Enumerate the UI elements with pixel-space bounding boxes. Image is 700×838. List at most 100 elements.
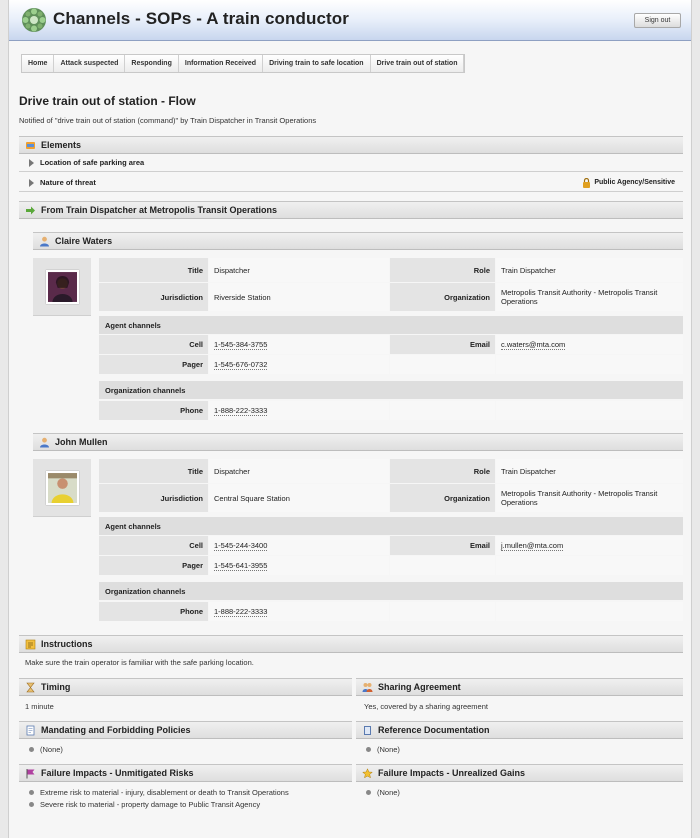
role-label: Role (390, 459, 495, 483)
gains-header: Failure Impacts - Unrealized Gains (356, 764, 683, 782)
phone-link[interactable]: 1-888-222-3333 (214, 607, 268, 617)
timing-header: Timing (19, 678, 352, 696)
phone-label: Phone (99, 401, 208, 420)
empty-cell (390, 556, 495, 575)
lock-icon (583, 177, 591, 188)
contact-details-john: Title Dispatcher Role Train Dispatcher J… (99, 459, 683, 621)
contact-name: Claire Waters (55, 236, 113, 246)
sharing-text: Yes, covered by a sharing agreement (364, 702, 488, 711)
list-item: (None) (29, 745, 63, 754)
element-row-threat[interactable]: Nature of threat Public Agency/Sensitive (19, 174, 683, 192)
org-channels-heading: Organization channels (99, 582, 683, 600)
list-item: (None) (366, 788, 400, 797)
organization-label: Organization (390, 484, 495, 512)
element-row-location[interactable]: Location of safe parking area (19, 154, 683, 172)
instructions-title: Instructions (41, 639, 93, 649)
sensitivity-badge: Public Agency/Sensitive (582, 177, 675, 188)
contact-photo-box (33, 258, 91, 316)
email-label: Email (390, 536, 495, 555)
risks-header: Failure Impacts - Unmitigated Risks (19, 764, 352, 782)
empty-cell (496, 602, 683, 621)
bullet-icon (29, 747, 34, 752)
list-item-text: (None) (377, 745, 400, 754)
cell-phone-link[interactable]: 1-545-244-3400 (214, 541, 268, 551)
role-value: Train Dispatcher (496, 459, 683, 483)
app-logo-icon (22, 8, 46, 32)
sharing-title: Sharing Agreement (378, 682, 461, 692)
avatar (45, 269, 79, 304)
pager-label: Pager (99, 355, 208, 374)
contact-name: John Mullen (55, 437, 108, 447)
email-value: c.waters@mta.com (496, 335, 683, 354)
page-subtitle: Notified of "drive train out of station … (19, 116, 317, 125)
breadcrumb-attack-suspected[interactable]: Attack suspected (54, 55, 126, 72)
list-item: Extreme risk to material - injury, disab… (29, 788, 289, 797)
contact-details-claire: Title Dispatcher Role Train Dispatcher J… (99, 258, 683, 420)
element-label: Location of safe parking area (40, 158, 145, 167)
empty-cell (496, 401, 683, 420)
phone-value: 1-888-222-3333 (209, 602, 389, 621)
bullet-icon (29, 802, 34, 807)
pager-link[interactable]: 1-545-676-0732 (214, 360, 268, 370)
pager-value: 1-545-676-0732 (209, 355, 389, 374)
agent-channels-heading: Agent channels (99, 316, 683, 334)
contact-header-claire: Claire Waters (33, 232, 683, 250)
phone-value: 1-888-222-3333 (209, 401, 389, 420)
user-icon (39, 437, 50, 448)
cell-value: 1-545-244-3400 (209, 536, 389, 555)
organization-label: Organization (390, 283, 495, 311)
from-title: From Train Dispatcher at Metropolis Tran… (41, 205, 278, 215)
jurisdiction-value: Central Square Station (209, 484, 389, 512)
policies-header: Mandating and Forbidding Policies (19, 721, 352, 739)
title-value: Dispatcher (209, 459, 389, 483)
book-icon (362, 725, 373, 736)
expand-triangle-icon[interactable] (29, 158, 34, 167)
pager-label: Pager (99, 556, 208, 575)
jurisdiction-value: Riverside Station (209, 283, 389, 311)
app-title: Channels - SOPs - A train conductor (53, 9, 349, 28)
role-value: Train Dispatcher (496, 258, 683, 282)
list-item-text: Severe risk to material - property damag… (40, 800, 261, 809)
breadcrumb-home[interactable]: Home (22, 55, 55, 72)
sensitivity-label: Public Agency/Sensitive (594, 179, 675, 186)
expand-triangle-icon[interactable] (29, 178, 34, 187)
email-link[interactable]: j.mullen@mta.com (501, 541, 564, 551)
cell-value: 1-545-384-3755 (209, 335, 389, 354)
bullet-icon (29, 790, 34, 795)
organization-value: Metropolis Transit Authority - Metropoli… (496, 484, 683, 512)
elements-title: Elements (41, 140, 82, 150)
empty-cell (390, 401, 495, 420)
email-link[interactable]: c.waters@mta.com (501, 340, 566, 350)
sharing-header: Sharing Agreement (356, 678, 683, 696)
title-label: Title (99, 459, 208, 483)
empty-cell (496, 355, 683, 374)
list-item: Severe risk to material - property damag… (29, 800, 260, 809)
email-value: j.mullen@mta.com (496, 536, 683, 555)
group-icon (362, 682, 373, 693)
empty-cell (390, 602, 495, 621)
breadcrumb-responding[interactable]: Responding (125, 55, 179, 72)
breadcrumb-driving-train[interactable]: Driving train to safe location (263, 55, 371, 72)
email-label: Email (390, 335, 495, 354)
breadcrumb-information-received[interactable]: Information Received (178, 55, 264, 72)
breadcrumb-drive-train-out[interactable]: Drive train out of station (370, 55, 465, 72)
instructions-header: Instructions (19, 635, 683, 653)
organization-value: Metropolis Transit Authority - Metropoli… (496, 283, 683, 311)
org-channels-heading: Organization channels (99, 381, 683, 399)
phone-link[interactable]: 1-888-222-3333 (214, 406, 268, 416)
title-value: Dispatcher (209, 258, 389, 282)
from-header: From Train Dispatcher at Metropolis Tran… (19, 201, 683, 219)
breadcrumb: Home Attack suspected Responding Informa… (21, 54, 466, 73)
cell-label: Cell (99, 536, 208, 555)
agent-channels-heading: Agent channels (99, 517, 683, 535)
instructions-text: Make sure the train operator is familiar… (25, 658, 254, 667)
gains-title: Failure Impacts - Unrealized Gains (378, 768, 526, 778)
scroll-icon (25, 725, 36, 736)
pager-link[interactable]: 1-545-641-3955 (214, 561, 268, 571)
note-icon (25, 639, 36, 650)
cell-phone-link[interactable]: 1-545-384-3755 (214, 340, 268, 350)
list-item: (None) (366, 745, 400, 754)
bullet-icon (366, 790, 371, 795)
sign-out-button[interactable]: Sign out (634, 13, 681, 28)
timing-title: Timing (41, 682, 71, 692)
